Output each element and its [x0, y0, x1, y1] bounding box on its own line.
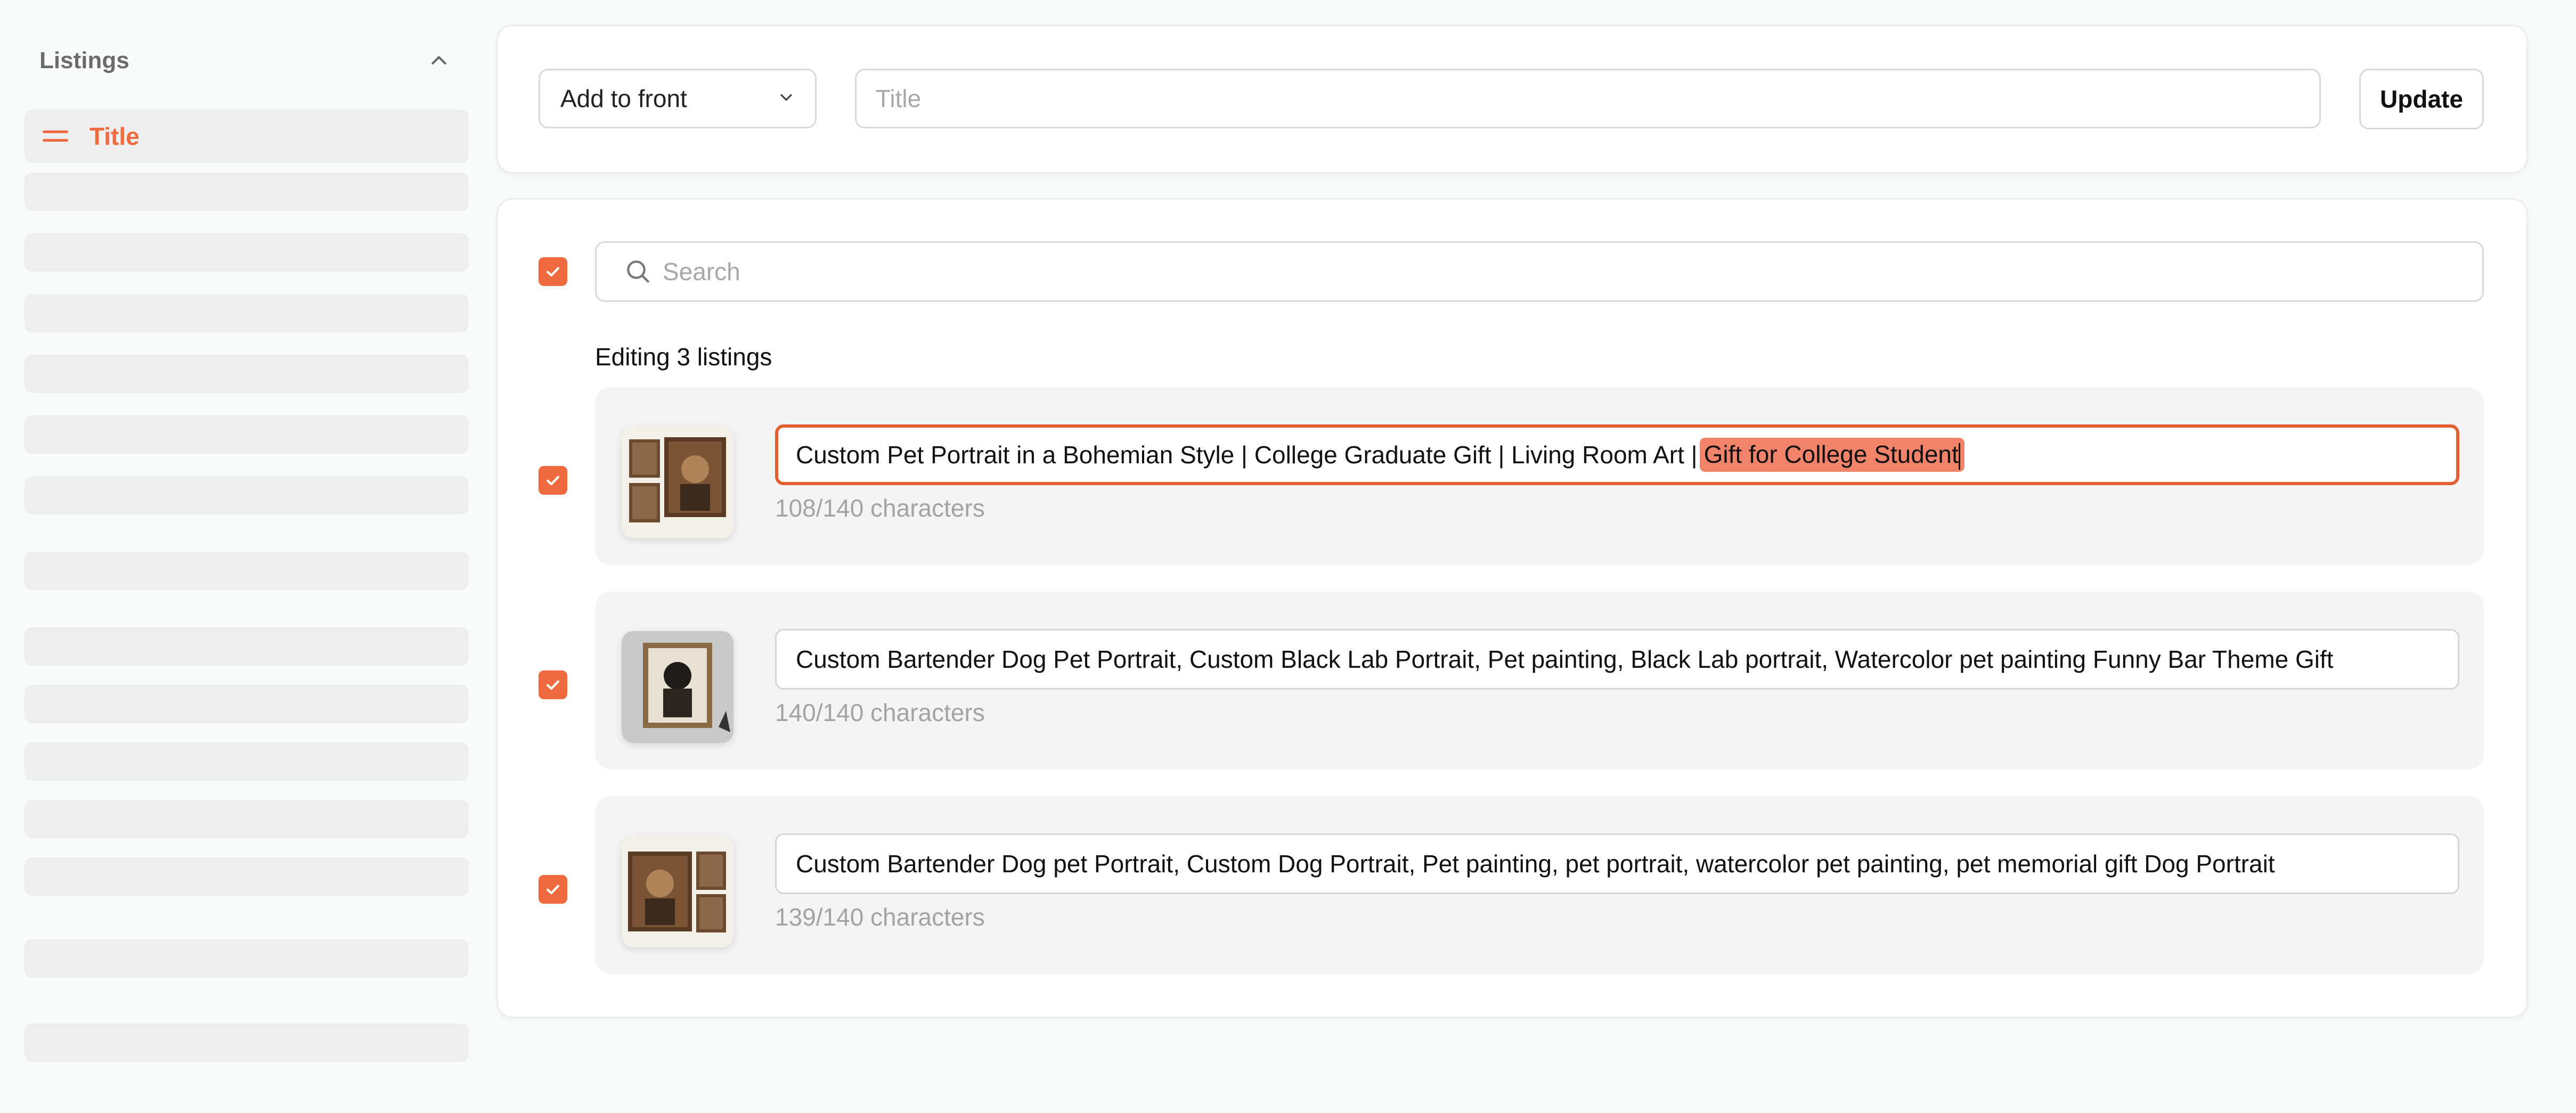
listing-thumbnail: [622, 631, 733, 743]
sidebar-placeholder: [25, 355, 469, 393]
character-count: 139/140 characters: [775, 903, 985, 931]
checkmark-icon: [546, 476, 560, 486]
character-count: 108/140 characters: [775, 494, 985, 522]
sidebar-item-label: Title: [89, 122, 140, 150]
chevron-down-icon: [777, 88, 796, 110]
listing-title-field[interactable]: Custom Bartender Dog Pet Portrait, Custo…: [775, 629, 2459, 690]
editing-count-label: Editing 3 listings: [595, 343, 772, 371]
position-select[interactable]: Add to front: [539, 69, 817, 128]
select-all-checkbox[interactable]: [539, 257, 567, 286]
listing-title-text: Custom Pet Portrait in a Bohemian Style …: [796, 441, 1698, 469]
sidebar-placeholder: [25, 415, 469, 454]
position-select-value: Add to front: [560, 85, 687, 112]
search-icon: [623, 257, 653, 287]
listing-item: Custom Bartender Dog Pet Portrait, Custo…: [595, 592, 2484, 770]
sidebar-placeholder: [25, 233, 469, 272]
chevron-up-icon[interactable]: [423, 45, 455, 77]
sidebar-header[interactable]: Listings: [39, 42, 455, 80]
listing-item: Custom Pet Portrait in a Bohemian Style …: [595, 387, 2484, 565]
listing-title-field[interactable]: Custom Bartender Dog pet Portrait, Custo…: [775, 833, 2459, 894]
sidebar-placeholder: [25, 294, 469, 332]
sidebar-placeholder: [25, 476, 469, 514]
search-box[interactable]: [595, 241, 2484, 302]
listing-title-highlight: Gift for College Student: [1703, 440, 1959, 469]
sidebar-placeholder: [25, 800, 469, 838]
sidebar-placeholder: [25, 742, 469, 781]
update-button[interactable]: Update: [2359, 69, 2484, 129]
sidebar-placeholder: [25, 857, 469, 896]
bulk-edit-toolbar: Add to front Update: [496, 24, 2528, 174]
checkmark-icon: [546, 885, 560, 895]
sidebar-placeholder: [25, 552, 469, 590]
listings-card: Editing 3 listings Custom Pet Portrait i…: [496, 198, 2528, 1018]
listing-thumbnail: [622, 836, 733, 947]
sidebar-title: Listings: [39, 47, 129, 73]
listing-thumbnail: [622, 427, 733, 538]
search-input[interactable]: [662, 257, 2482, 287]
listing-title-selection: Gift for College Student: [1699, 438, 1964, 472]
sidebar-placeholder: [25, 173, 469, 211]
sidebar-placeholder: [25, 1024, 469, 1062]
sidebar-placeholder: [25, 939, 469, 978]
sidebar-item-title[interactable]: Title: [25, 110, 469, 163]
text-caret: [1958, 443, 1960, 470]
drag-handle-icon[interactable]: [42, 126, 69, 147]
listing-title-field[interactable]: Custom Pet Portrait in a Bohemian Style …: [775, 424, 2459, 485]
title-input[interactable]: [855, 69, 2321, 128]
listing-checkbox[interactable]: [539, 875, 567, 904]
checkmark-icon: [546, 267, 560, 277]
sidebar: Listings Title: [0, 0, 490, 1113]
character-count: 140/140 characters: [775, 699, 985, 726]
listing-checkbox[interactable]: [539, 670, 567, 699]
sidebar-placeholder: [25, 685, 469, 723]
listing-checkbox[interactable]: [539, 466, 567, 495]
listing-title-text: Custom Bartender Dog pet Portrait, Custo…: [796, 850, 2275, 878]
listing-title-text: Custom Bartender Dog Pet Portrait, Custo…: [796, 645, 2334, 673]
sidebar-placeholder: [25, 627, 469, 666]
checkmark-icon: [546, 680, 560, 690]
listing-item: Custom Bartender Dog pet Portrait, Custo…: [595, 796, 2484, 974]
